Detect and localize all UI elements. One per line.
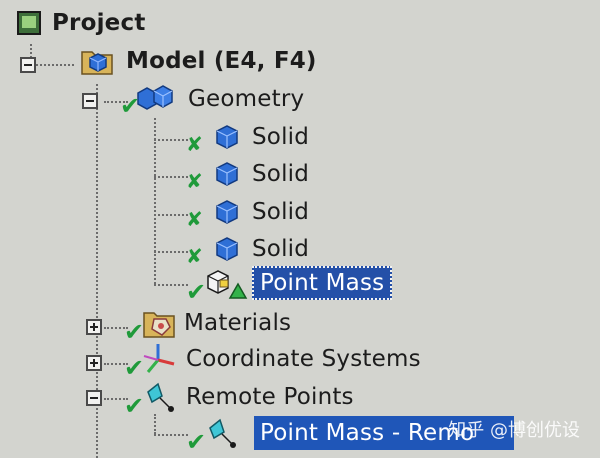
tree-item-label: Project xyxy=(52,10,146,36)
geometry-icon xyxy=(137,85,173,110)
remote-point-icon xyxy=(209,418,236,448)
model-collapse-toggle[interactable] xyxy=(20,57,36,73)
tree-item-point-mass[interactable]: ✔ Point Mass xyxy=(186,266,393,304)
tree-item-solid[interactable]: ✘ Solid xyxy=(186,232,309,266)
tree-item-solid[interactable]: ✘ Solid xyxy=(186,120,309,154)
tree-line xyxy=(36,64,74,66)
tree-item-solid[interactable]: ✘ Solid xyxy=(186,157,309,191)
tree-item-label: Model (E4, F4) xyxy=(126,48,317,74)
point-mass-icon xyxy=(207,270,248,299)
materials-expand-toggle[interactable] xyxy=(86,319,102,335)
coordinate-systems-icon xyxy=(143,344,175,373)
tree-item-label: Solid xyxy=(252,199,310,225)
tree-line xyxy=(154,214,188,216)
geometry-collapse-toggle[interactable] xyxy=(82,93,98,109)
tree-line xyxy=(154,139,188,141)
solid-body-icon xyxy=(216,162,238,186)
project-tree: Project Model (E4, F4) ✔ Geometry ✘ Soli… xyxy=(0,0,600,458)
tree-item-coordinate-systems[interactable]: ✔ Coordinate Systems xyxy=(124,342,421,380)
tree-item-label: Solid xyxy=(252,161,310,187)
tree-item-geometry[interactable]: ✔ Geometry xyxy=(120,82,305,120)
status-check-icon: ✘ xyxy=(186,207,203,231)
tree-line xyxy=(154,284,188,286)
status-check-icon: ✔ xyxy=(124,318,145,346)
tree-item-label: Coordinate Systems xyxy=(186,346,421,372)
status-check-icon: ✔ xyxy=(186,278,207,306)
materials-icon xyxy=(143,312,175,338)
watermark-text: 知乎 @博创优设 xyxy=(448,420,580,441)
status-check-icon: ✔ xyxy=(120,92,141,120)
solid-body-icon xyxy=(216,237,238,261)
project-icon xyxy=(17,11,41,35)
tree-item-model[interactable]: Model (E4, F4) xyxy=(80,44,317,78)
tree-line xyxy=(154,176,188,178)
tree-item-remote-points[interactable]: ✔ Remote Points xyxy=(124,380,354,418)
tree-line xyxy=(154,434,188,436)
tree-item-project[interactable]: Project xyxy=(16,6,146,40)
model-icon xyxy=(81,51,113,75)
tree-item-label: Solid xyxy=(252,124,310,150)
status-check-icon: ✘ xyxy=(186,244,203,268)
status-check-icon: ✔ xyxy=(124,354,145,382)
tree-item-label: Solid xyxy=(252,236,310,262)
solid-body-icon xyxy=(216,125,238,149)
status-check-icon: ✘ xyxy=(186,169,203,193)
tree-line xyxy=(154,118,156,284)
tree-item-materials[interactable]: ✔ Materials xyxy=(124,306,292,344)
coordinate-systems-expand-toggle[interactable] xyxy=(86,355,102,371)
tree-item-label: Geometry xyxy=(188,86,305,112)
remote-points-icon xyxy=(147,382,174,412)
tree-line xyxy=(154,251,188,253)
solid-body-icon xyxy=(216,200,238,224)
status-check-icon: ✔ xyxy=(124,392,145,420)
tree-item-label: Materials xyxy=(184,310,292,336)
tree-item-label: Point Mass xyxy=(252,266,393,300)
status-check-icon: ✘ xyxy=(186,132,203,156)
remote-points-collapse-toggle[interactable] xyxy=(86,390,102,406)
tree-item-label: Remote Points xyxy=(186,384,354,410)
status-check-icon: ✔ xyxy=(186,428,207,456)
tree-item-solid[interactable]: ✘ Solid xyxy=(186,195,309,229)
tree-line xyxy=(154,414,156,434)
